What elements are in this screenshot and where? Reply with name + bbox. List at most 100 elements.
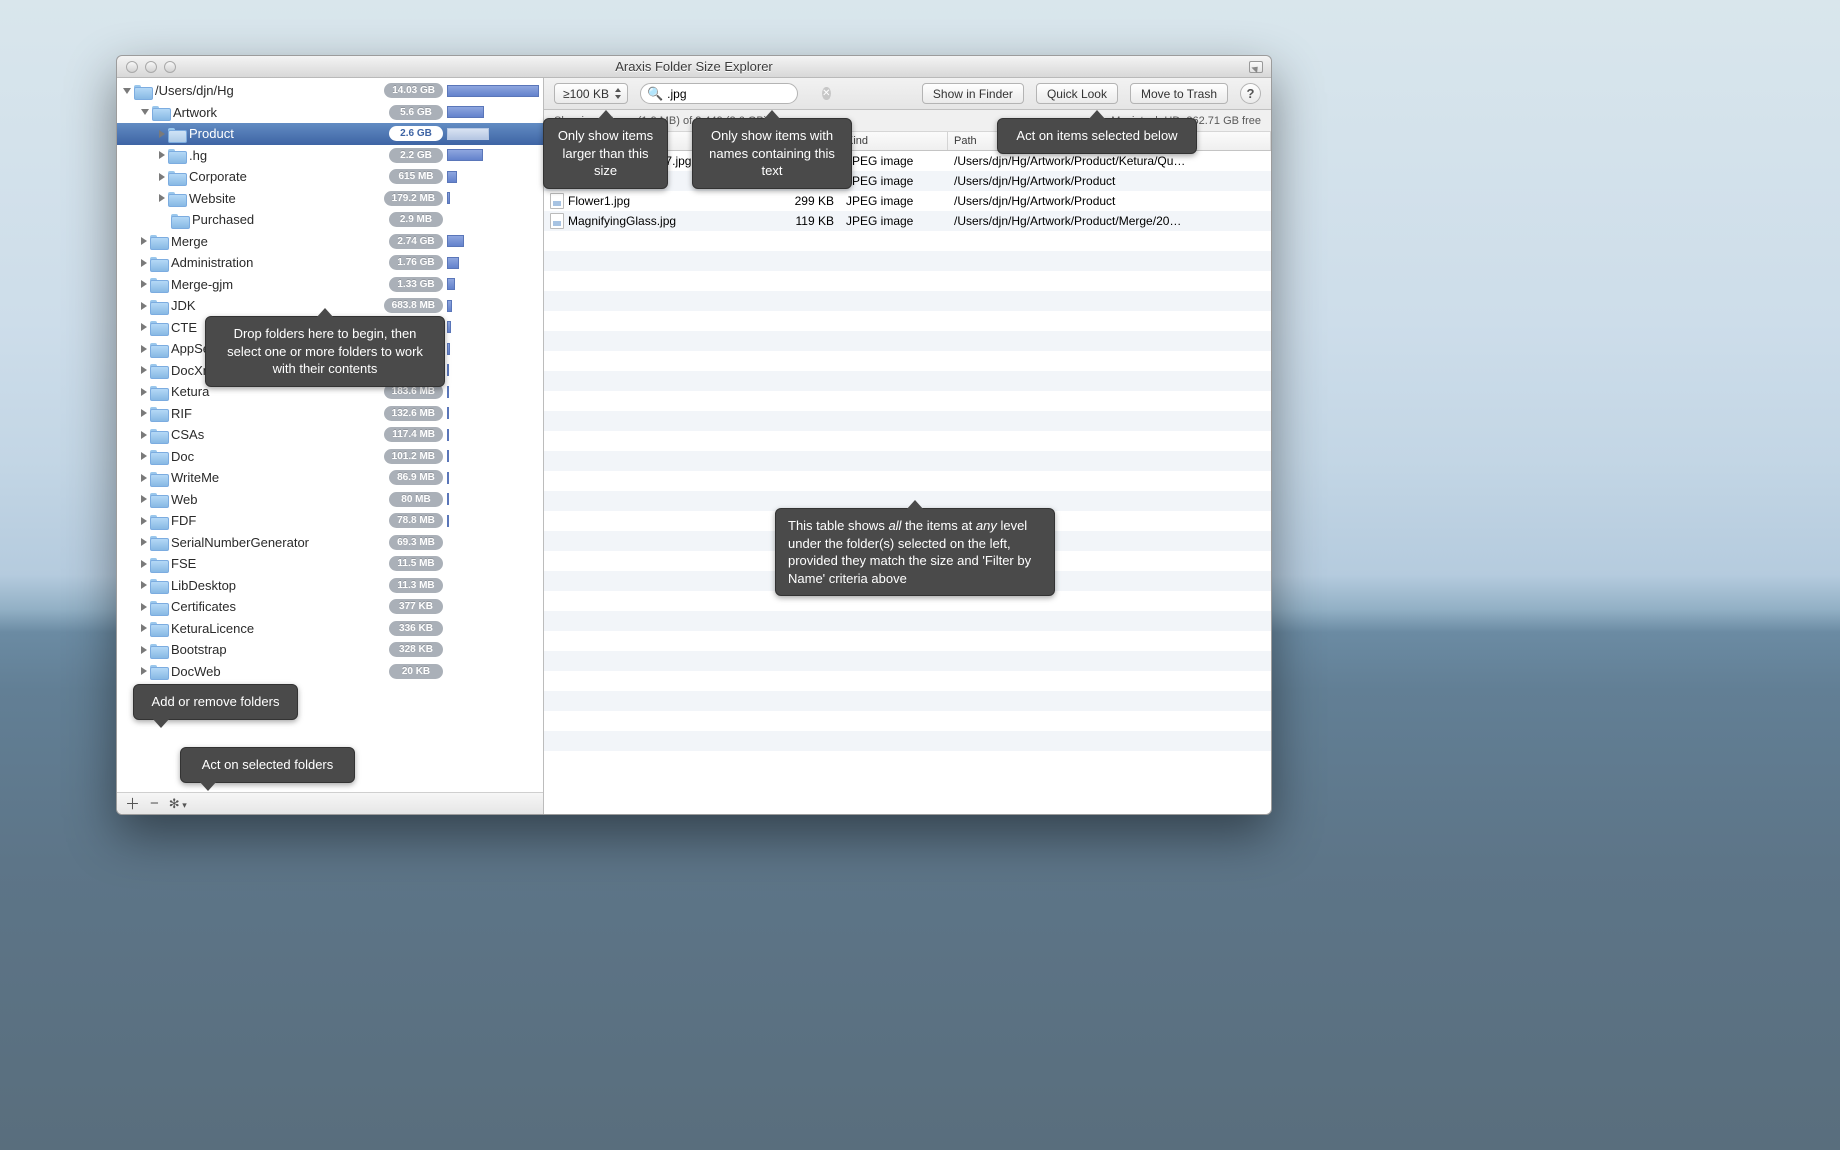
disclosure-icon[interactable] — [141, 323, 147, 331]
disclosure-icon[interactable] — [141, 581, 147, 589]
actions-menu-button[interactable]: ✻ — [169, 796, 187, 812]
table-row — [544, 251, 1271, 271]
disclosure-icon[interactable] — [159, 194, 165, 202]
callout-addremove: Add or remove folders — [133, 684, 298, 720]
disclosure-icon[interactable] — [141, 431, 147, 439]
table-row — [544, 751, 1271, 771]
tree-row[interactable]: Artwork5.6 GB — [117, 102, 543, 124]
tree-row[interactable]: Web80 MB — [117, 489, 543, 511]
disclosure-icon[interactable] — [123, 88, 131, 94]
size-badge: 1.33 GB — [389, 277, 443, 292]
folder-icon — [150, 234, 167, 248]
tree-item-label: WriteMe — [171, 470, 219, 485]
tree-row[interactable]: Merge2.74 GB — [117, 231, 543, 253]
disclosure-icon[interactable] — [141, 388, 147, 396]
bar-cell — [447, 85, 539, 97]
tree-row[interactable]: Merge-gjm1.33 GB — [117, 274, 543, 296]
disclosure-icon[interactable] — [141, 624, 147, 632]
table-row — [544, 691, 1271, 711]
disclosure-icon[interactable] — [141, 237, 147, 245]
disclosure-icon[interactable] — [159, 173, 165, 181]
tree-row[interactable]: Bootstrap328 KB — [117, 639, 543, 661]
tree-row[interactable]: WriteMe86.9 MB — [117, 467, 543, 489]
bar-cell — [447, 472, 539, 484]
tree-row[interactable]: KeturaLicence336 KB — [117, 618, 543, 640]
disclosure-icon[interactable] — [159, 130, 165, 138]
disclosure-icon[interactable] — [159, 151, 165, 159]
disclosure-icon[interactable] — [141, 667, 147, 675]
file-table[interactable]: 9016773-19646577.jpg1.1 MBJPEG image/Use… — [544, 151, 1271, 814]
search-field[interactable]: 🔍 ✕ — [640, 83, 798, 104]
size-badge: 683.8 MB — [384, 298, 443, 313]
folder-icon — [150, 471, 167, 485]
table-row — [544, 611, 1271, 631]
size-filter-select[interactable]: ≥100 KB — [554, 83, 628, 104]
table-row — [544, 351, 1271, 371]
disclosure-icon[interactable] — [141, 366, 147, 374]
move-to-trash-button[interactable]: Move to Trash — [1130, 83, 1228, 104]
fullscreen-button[interactable] — [1249, 61, 1263, 73]
tree-row[interactable]: /Users/djn/Hg14.03 GB — [117, 80, 543, 102]
disclosure-icon[interactable] — [141, 109, 149, 115]
size-badge: 328 KB — [389, 642, 443, 657]
tree-item-label: Ketura — [171, 384, 209, 399]
disclosure-icon[interactable] — [141, 474, 147, 482]
disclosure-icon[interactable] — [141, 259, 147, 267]
tree-item-label: LibDesktop — [171, 578, 236, 593]
tree-row[interactable]: Website179.2 MB — [117, 188, 543, 210]
toolbar: ≥100 KB 🔍 ✕ Show in Finder Quick Look Mo… — [544, 78, 1271, 110]
help-button[interactable]: ? — [1240, 83, 1261, 104]
table-row — [544, 451, 1271, 471]
add-folder-button[interactable]: ＋ — [125, 793, 140, 814]
tree-row[interactable]: CSAs117.4 MB — [117, 424, 543, 446]
disclosure-icon[interactable] — [141, 280, 147, 288]
disclosure-icon[interactable] — [141, 646, 147, 654]
size-badge: 80 MB — [389, 492, 443, 507]
remove-folder-button[interactable]: − — [150, 795, 159, 812]
tree-row[interactable]: .hg2.2 GB — [117, 145, 543, 167]
tree-row[interactable]: Administration1.76 GB — [117, 252, 543, 274]
disclosure-icon[interactable] — [141, 538, 147, 546]
folder-icon — [150, 492, 167, 506]
size-badge: 615 MB — [389, 169, 443, 184]
tree-row[interactable]: SerialNumberGenerator69.3 MB — [117, 532, 543, 554]
tree-row[interactable]: DocWeb20 KB — [117, 661, 543, 683]
column-kind[interactable]: Kind — [840, 132, 948, 150]
disclosure-icon[interactable] — [141, 560, 147, 568]
tree-row[interactable]: Doc101.2 MB — [117, 446, 543, 468]
show-in-finder-button[interactable]: Show in Finder — [922, 83, 1024, 104]
disclosure-icon[interactable] — [141, 345, 147, 353]
bar-cell — [447, 171, 539, 183]
disclosure-icon[interactable] — [141, 452, 147, 460]
bar-cell — [447, 149, 539, 161]
folder-icon — [150, 299, 167, 313]
table-row[interactable]: Flower1.jpg299 KBJPEG image/Users/djn/Hg… — [544, 191, 1271, 211]
disclosure-icon[interactable] — [141, 409, 147, 417]
table-row — [544, 431, 1271, 451]
tree-item-label: DocWeb — [171, 664, 221, 679]
search-input[interactable] — [667, 87, 822, 101]
tree-row[interactable]: Purchased2.9 MB — [117, 209, 543, 231]
disclosure-icon[interactable] — [141, 495, 147, 503]
table-row — [544, 711, 1271, 731]
disclosure-icon[interactable] — [141, 517, 147, 525]
tree-row[interactable]: LibDesktop11.3 MB — [117, 575, 543, 597]
bar-cell — [447, 364, 539, 376]
clear-search-button[interactable]: ✕ — [822, 87, 830, 100]
disclosure-icon[interactable] — [141, 302, 147, 310]
tree-row[interactable]: RIF132.6 MB — [117, 403, 543, 425]
tree-row[interactable]: Corporate615 MB — [117, 166, 543, 188]
tree-item-label: Doc — [171, 449, 194, 464]
table-row[interactable]: MagnifyingGlass.jpg119 KBJPEG image/User… — [544, 211, 1271, 231]
size-badge: 78.8 MB — [389, 513, 443, 528]
size-badge: 117.4 MB — [384, 427, 443, 442]
tree-row[interactable]: Product2.6 GB — [117, 123, 543, 145]
tree-row[interactable]: FSE11.5 MB — [117, 553, 543, 575]
folder-icon — [150, 600, 167, 614]
tree-row[interactable]: Certificates377 KB — [117, 596, 543, 618]
quick-look-button[interactable]: Quick Look — [1036, 83, 1118, 104]
file-kind: JPEG image — [840, 154, 948, 168]
disclosure-icon[interactable] — [141, 603, 147, 611]
tree-row[interactable]: FDF78.8 MB — [117, 510, 543, 532]
folder-icon — [150, 406, 167, 420]
